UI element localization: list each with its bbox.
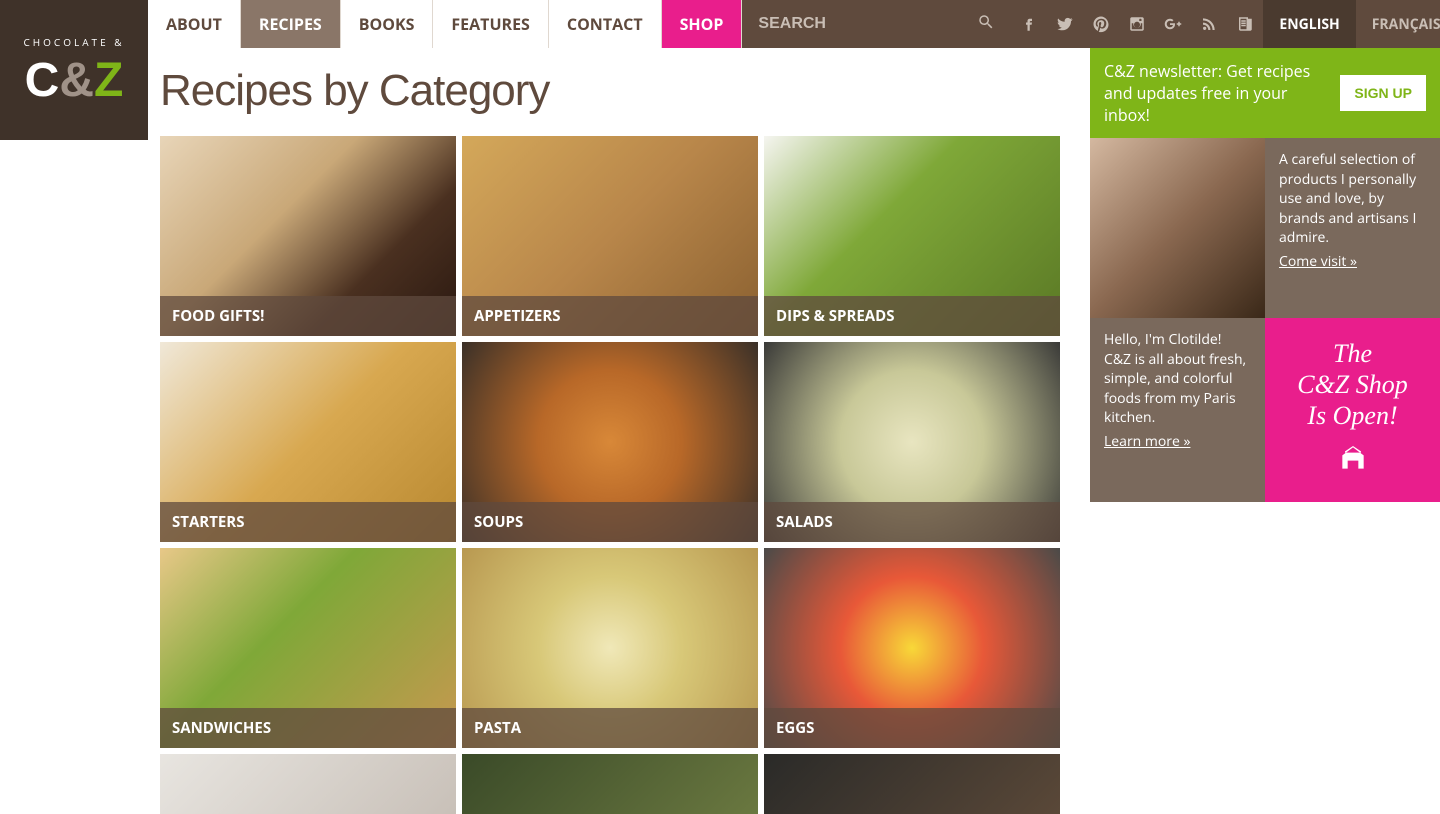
- category-tile-food-gifts[interactable]: FOOD GIFTS!: [160, 136, 456, 336]
- sidebar: C&Z newsletter: Get recipes and updates …: [1090, 48, 1440, 814]
- shop-blurb-text: A careful selection of products I person…: [1279, 150, 1416, 247]
- category-tile-eggs[interactable]: EGGS: [764, 548, 1060, 748]
- category-label: PASTA: [462, 708, 758, 748]
- nav-contact[interactable]: CONTACT: [549, 0, 662, 48]
- search-icon[interactable]: [977, 13, 995, 36]
- category-label: SALADS: [764, 502, 1060, 542]
- category-label: STARTERS: [160, 502, 456, 542]
- category-grid: FOOD GIFTS! APPETIZERS DIPS & SPREADS ST…: [160, 136, 1070, 814]
- shop-promo-line3: Is Open!: [1275, 400, 1430, 431]
- category-label: SANDWICHES: [160, 708, 456, 748]
- category-label: EGGS: [764, 708, 1060, 748]
- shop-blurb: A careful selection of products I person…: [1265, 138, 1440, 318]
- nav-features[interactable]: FEATURES: [433, 0, 548, 48]
- main-nav: ABOUT RECIPES BOOKS FEATURES CONTACT SHO…: [148, 0, 742, 48]
- logo[interactable]: CHOCOLATE & C&Z: [0, 0, 148, 140]
- category-tile-salads[interactable]: SALADS: [764, 342, 1060, 542]
- shop-promo-line1: The: [1275, 338, 1430, 369]
- shop-promo[interactable]: The C&Z Shop Is Open!: [1265, 318, 1440, 502]
- search-area: [742, 0, 1011, 48]
- category-label: DIPS & SPREADS: [764, 296, 1060, 336]
- category-tile-appetizers[interactable]: APPETIZERS: [462, 136, 758, 336]
- page-title: Recipes by Category: [160, 66, 1070, 116]
- nav-recipes[interactable]: RECIPES: [241, 0, 341, 48]
- logo-tagline-top: CHOCOLATE &: [23, 35, 124, 49]
- category-label: APPETIZERS: [462, 296, 758, 336]
- about-blurb-link[interactable]: Learn more »: [1104, 432, 1190, 452]
- about-blurb-text: Hello, I'm Clotilde! C&Z is all about fr…: [1104, 330, 1246, 427]
- category-label: SOUPS: [462, 502, 758, 542]
- signup-button[interactable]: SIGN UP: [1340, 75, 1426, 111]
- category-tile-soups[interactable]: SOUPS: [462, 342, 758, 542]
- facebook-icon[interactable]: [1011, 0, 1047, 48]
- nav-books[interactable]: BOOKS: [341, 0, 434, 48]
- newsletter-box: C&Z newsletter: Get recipes and updates …: [1090, 48, 1440, 138]
- pinterest-icon[interactable]: [1083, 0, 1119, 48]
- shop-promo-line2: C&Z Shop: [1275, 369, 1430, 400]
- newsletter-text: C&Z newsletter: Get recipes and updates …: [1104, 60, 1328, 126]
- nav-about[interactable]: ABOUT: [148, 0, 241, 48]
- category-tile-pasta[interactable]: PASTA: [462, 548, 758, 748]
- social-icons: [1011, 0, 1263, 48]
- shop-blurb-link[interactable]: Come visit »: [1279, 252, 1357, 272]
- category-tile-partial[interactable]: [764, 754, 1060, 814]
- instagram-icon[interactable]: [1119, 0, 1155, 48]
- main-content: Recipes by Category FOOD GIFTS! APPETIZE…: [148, 48, 1082, 814]
- logo-main: C&Z: [25, 57, 124, 105]
- shop-icon: [1275, 442, 1430, 483]
- category-tile-starters[interactable]: STARTERS: [160, 342, 456, 542]
- search-input[interactable]: [758, 15, 977, 33]
- category-label: FOOD GIFTS!: [160, 296, 456, 336]
- nav-shop[interactable]: SHOP: [662, 0, 743, 48]
- rss-icon[interactable]: [1191, 0, 1227, 48]
- author-portrait: [1090, 138, 1265, 318]
- about-blurb: Hello, I'm Clotilde! C&Z is all about fr…: [1090, 318, 1265, 502]
- lang-english[interactable]: ENGLISH: [1263, 0, 1355, 48]
- category-tile-partial[interactable]: [462, 754, 758, 814]
- lang-francais[interactable]: FRANÇAIS: [1356, 0, 1440, 48]
- category-tile-sandwiches[interactable]: SANDWICHES: [160, 548, 456, 748]
- category-tile-partial[interactable]: [160, 754, 456, 814]
- category-tile-dips-spreads[interactable]: DIPS & SPREADS: [764, 136, 1060, 336]
- header: ABOUT RECIPES BOOKS FEATURES CONTACT SHO…: [0, 0, 1440, 48]
- twitter-icon[interactable]: [1047, 0, 1083, 48]
- newspaper-icon[interactable]: [1227, 0, 1263, 48]
- googleplus-icon[interactable]: [1155, 0, 1191, 48]
